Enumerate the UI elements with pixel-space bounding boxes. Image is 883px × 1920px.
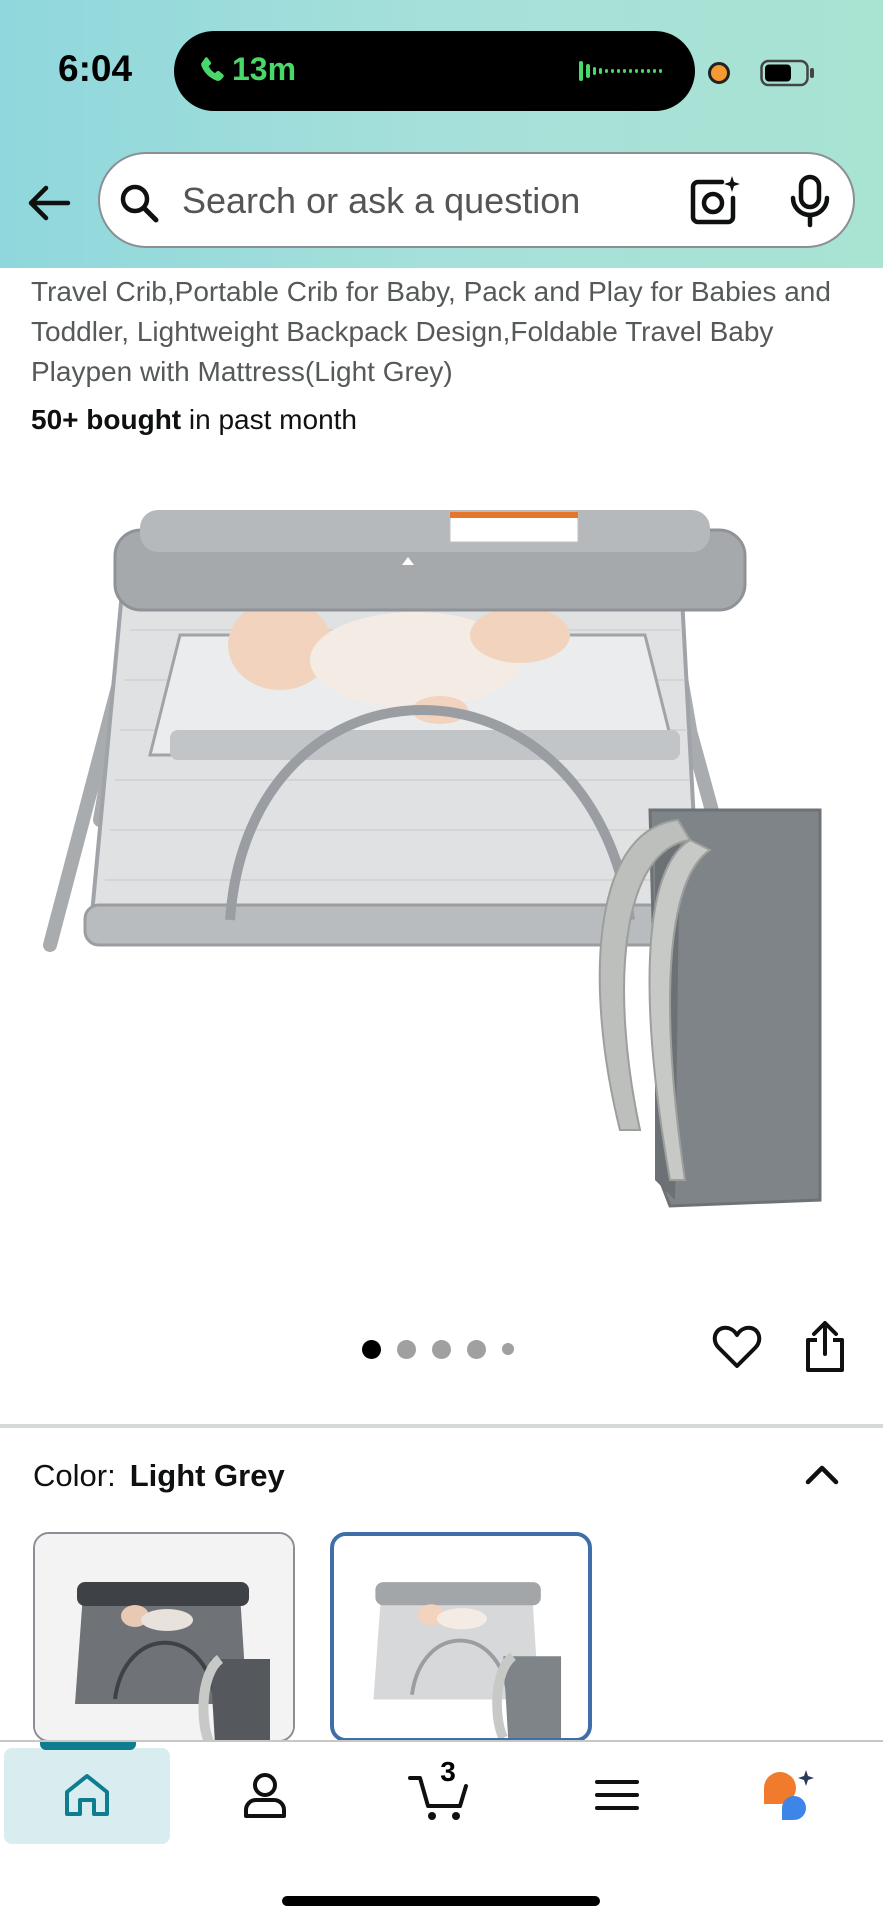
- search-placeholder[interactable]: Search or ask a question: [182, 180, 580, 222]
- cart-item-count: 3: [440, 1756, 456, 1787]
- call-duration: 13m: [232, 51, 297, 87]
- section-divider: [0, 1424, 883, 1428]
- dark-grey-crib-thumbnail: [35, 1534, 293, 1740]
- battery-icon: [760, 59, 814, 87]
- selected-color: Light Grey: [129, 1458, 285, 1493]
- home-indicator[interactable]: [282, 1896, 600, 1906]
- camera-lens-icon[interactable]: [688, 174, 742, 228]
- color-variation-header[interactable]: Color: Light Grey: [33, 1458, 285, 1494]
- hamburger-menu-icon[interactable]: [590, 1768, 644, 1822]
- carousel-dot[interactable]: [467, 1339, 486, 1359]
- product-image-travel-crib[interactable]: [30, 490, 850, 1230]
- carousel-dot[interactable]: [432, 1339, 451, 1359]
- home-icon[interactable]: [60, 1768, 114, 1822]
- bought-period: in past month: [181, 404, 357, 435]
- heart-icon[interactable]: [712, 1322, 762, 1372]
- back-arrow-icon[interactable]: [24, 178, 74, 228]
- nav-active-indicator: [40, 1742, 136, 1750]
- privacy-indicator-dot: [708, 62, 730, 84]
- microphone-icon[interactable]: [786, 174, 834, 228]
- image-carousel-dots[interactable]: [362, 1338, 514, 1360]
- carousel-dot[interactable]: [362, 1339, 381, 1359]
- carousel-dot[interactable]: [397, 1339, 416, 1359]
- color-swatch-light-grey[interactable]: [330, 1532, 592, 1742]
- share-icon[interactable]: [800, 1320, 850, 1374]
- dynamic-island-call[interactable]: 13m: [174, 31, 695, 111]
- carousel-dot[interactable]: [502, 1343, 514, 1355]
- status-time: 6:04: [58, 48, 133, 89]
- audio-waveform-icon: [579, 61, 662, 81]
- product-title[interactable]: Travel Crib,Portable Crib for Baby, Pack…: [31, 272, 861, 392]
- search-bar[interactable]: Search or ask a question: [98, 152, 855, 248]
- phone-icon: [201, 57, 224, 81]
- color-swatch-dark-grey[interactable]: [33, 1532, 295, 1742]
- bought-count: 50+ bought: [31, 404, 182, 435]
- search-icon: [120, 184, 159, 223]
- light-grey-crib-thumbnail: [334, 1536, 588, 1738]
- rufus-assistant-icon[interactable]: [760, 1768, 814, 1822]
- bottom-navigation-bar: 3: [0, 1740, 883, 1920]
- chevron-up-icon[interactable]: [800, 1452, 844, 1496]
- bought-in-past-month: 50+ bought in past month: [31, 404, 357, 436]
- app-header: 6:04 13m Search or ask a question: [0, 0, 883, 268]
- person-icon[interactable]: [238, 1768, 292, 1822]
- color-label: Color:: [33, 1458, 116, 1493]
